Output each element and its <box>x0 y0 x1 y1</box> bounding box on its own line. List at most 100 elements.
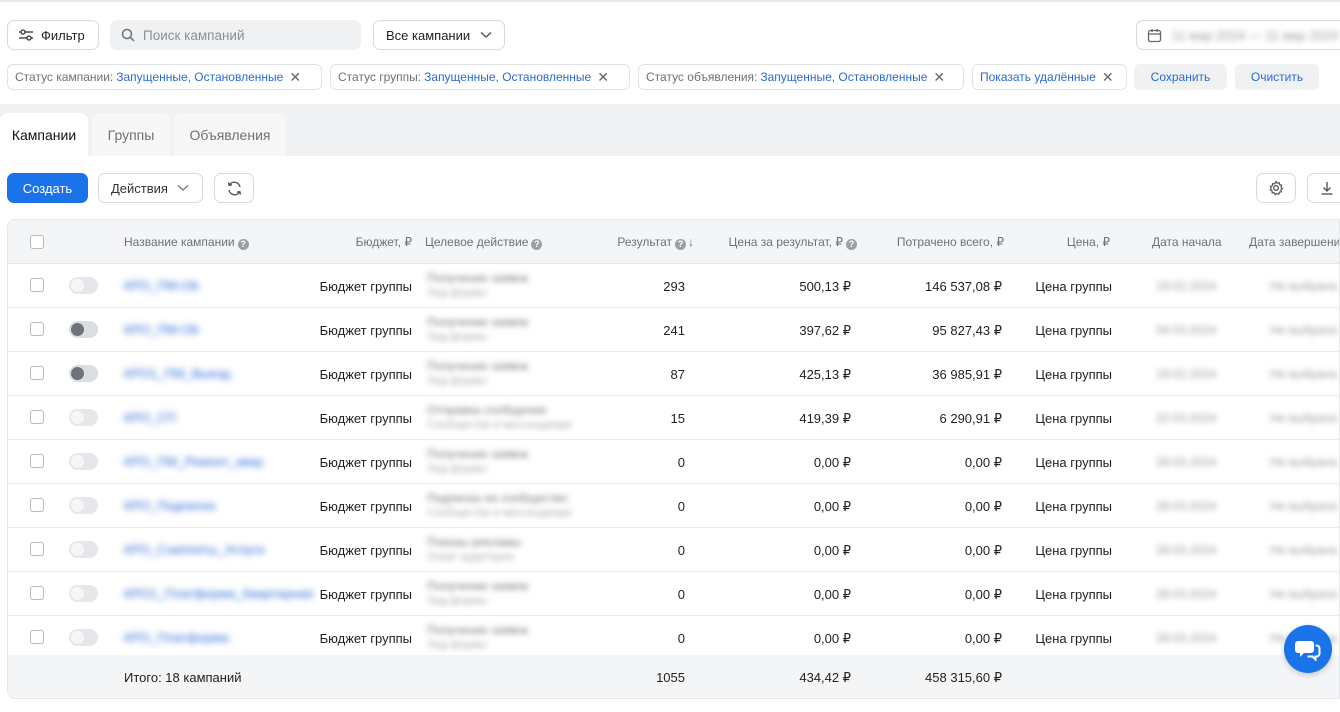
campaign-name-link[interactable]: КРО1_Платформа_Квартирная <box>124 586 313 601</box>
end-date-cell: Не выбрана <box>1270 587 1338 601</box>
save-filter-button[interactable]: Сохранить <box>1134 64 1227 90</box>
status-toggle[interactable] <box>69 365 98 382</box>
chip-show-deleted[interactable]: Показать удалённые ✕ <box>972 64 1127 90</box>
create-button[interactable]: Создать <box>7 173 88 203</box>
result-cell: 241 <box>663 323 685 338</box>
close-icon[interactable]: ✕ <box>1102 70 1114 84</box>
row-checkbox[interactable] <box>30 278 44 292</box>
chip-label: Статус кампании: <box>15 70 114 84</box>
end-date-cell: Не выбрана <box>1270 323 1338 337</box>
header-price[interactable]: Цена, ₽ <box>1067 235 1110 249</box>
campaign-name-link[interactable]: КРО_СП <box>124 410 176 425</box>
result-cell: 0 <box>677 543 685 558</box>
tab-groups[interactable]: Группы <box>92 113 170 156</box>
chip-value: Запущенные, Остановленные <box>116 70 284 84</box>
cost-per-result-cell: 419,39 ₽ <box>799 411 851 426</box>
row-checkbox[interactable] <box>30 498 44 512</box>
table-row[interactable]: КРО_ПМ-Ob Бюджет группы Получение заявок Ли… <box>8 264 1339 308</box>
chat-button[interactable] <box>1284 625 1332 673</box>
chat-bubbles-icon <box>1295 641 1321 661</box>
help-icon[interactable]: ? <box>531 239 543 250</box>
end-date-cell: Не выбрана <box>1270 499 1338 513</box>
budget-cell: Бюджет группы <box>319 367 412 382</box>
clear-filter-button[interactable]: Очистить <box>1235 64 1319 90</box>
filter-button[interactable]: Фильтр <box>7 20 99 50</box>
table-row[interactable]: КРО_ПМ_Ремонт_квар Бюджет группы Получение… <box>8 440 1339 484</box>
status-toggle[interactable] <box>69 277 98 294</box>
table-row[interactable]: КРО_ПМ-Ob Бюджет группы Получение заявок Ли… <box>8 308 1339 352</box>
campaign-filter-select[interactable]: Все кампании <box>373 20 505 50</box>
row-checkbox[interactable] <box>30 366 44 380</box>
settings-button[interactable] <box>1256 173 1296 203</box>
close-icon[interactable]: ✕ <box>597 70 609 84</box>
status-toggle[interactable] <box>69 453 98 470</box>
row-checkbox[interactable] <box>30 454 44 468</box>
campaign-name-link[interactable]: КРО_ПМ-Ob <box>124 278 199 293</box>
table-row[interactable]: КРО_Подписка Бюджет группы Подписка на соо… <box>8 484 1339 528</box>
campaign-name-link[interactable]: КРО_Сниппеты_Услуги <box>124 542 265 557</box>
actions-label: Действия <box>111 180 168 196</box>
footer-spent: 458 315,60 ₽ <box>925 670 1002 685</box>
row-checkbox[interactable] <box>30 542 44 556</box>
row-checkbox[interactable] <box>30 322 44 336</box>
start-date-cell: 28.03.2024 <box>1156 631 1217 645</box>
header-budget[interactable]: Бюджет, ₽ <box>356 235 412 249</box>
tab-campaigns[interactable]: Кампании <box>0 113 88 156</box>
campaign-name-link[interactable]: КРО_Платформа <box>124 630 228 645</box>
cost-per-result-cell: 500,13 ₽ <box>799 279 851 294</box>
table-row[interactable]: КРО_Сниппеты_Услуги Бюджет группы Показы р… <box>8 528 1339 572</box>
table-row[interactable]: КРО_Платформа Бюджет группы Получение заяв… <box>8 616 1339 660</box>
chevron-down-icon <box>177 185 189 191</box>
campaign-name-link[interactable]: КРО1_ПМ_Выезд <box>124 366 230 381</box>
campaign-name-link[interactable]: КРО_ПМ_Ремонт_квар <box>124 454 263 469</box>
campaign-name-link[interactable]: КРО_Подписка <box>124 498 215 513</box>
table-row[interactable]: КРО1_ПМ_Выезд Бюджет группы Получение заяв… <box>8 352 1339 396</box>
cost-per-result-cell: 0,00 ₽ <box>813 499 851 514</box>
refresh-button[interactable] <box>214 173 254 203</box>
row-checkbox[interactable] <box>30 586 44 600</box>
status-toggle[interactable] <box>69 497 98 514</box>
header-end-date[interactable]: Дата завершения <box>1249 235 1339 249</box>
spent-cell: 6 290,91 ₽ <box>939 411 1003 426</box>
price-cell: Цена группы <box>1035 279 1112 294</box>
start-date-cell: 28.03.2024 <box>1156 499 1217 513</box>
select-all-checkbox[interactable] <box>30 235 44 249</box>
table-row[interactable]: КРО1_Платформа_Квартирная Бюджет группы По… <box>8 572 1339 616</box>
result-cell: 15 <box>670 411 685 426</box>
header-spent[interactable]: Потрачено всего, ₽ <box>897 235 1004 249</box>
chip-campaign-status[interactable]: Статус кампании: Запущенные, Остановленн… <box>7 64 322 90</box>
status-toggle[interactable] <box>69 321 98 338</box>
status-toggle[interactable] <box>69 541 98 558</box>
header-goal[interactable]: Целевое действие? <box>425 235 543 250</box>
search-input[interactable] <box>143 27 343 43</box>
header-name[interactable]: Название кампании? <box>124 235 249 250</box>
help-icon[interactable]: ? <box>675 239 686 250</box>
close-icon[interactable]: ✕ <box>289 70 301 84</box>
row-checkbox[interactable] <box>30 630 44 644</box>
table-row[interactable]: КРО_СП Бюджет группы Отправка сообщения Соо… <box>8 396 1339 440</box>
goal-title: Получение заявок <box>427 447 529 461</box>
header-start-date[interactable]: Дата начала <box>1152 235 1222 249</box>
goal-title: Получение заявок <box>427 271 529 285</box>
campaign-name-link[interactable]: КРО_ПМ-Ob <box>124 322 199 337</box>
actions-dropdown[interactable]: Действия <box>98 173 203 203</box>
chip-group-status[interactable]: Статус группы: Запущенные, Остановленные… <box>330 64 630 90</box>
status-toggle[interactable] <box>69 629 98 646</box>
header-cost-per-result[interactable]: Цена за результат, ₽? <box>729 235 857 250</box>
close-icon[interactable]: ✕ <box>933 70 945 84</box>
status-toggle[interactable] <box>69 585 98 602</box>
tab-ads[interactable]: Объявления <box>174 113 286 156</box>
header-result[interactable]: Результат? ↓ <box>617 235 694 250</box>
goal-cell: Подписка на сообщество Сообщество в мессе… <box>427 491 572 519</box>
status-toggle[interactable] <box>69 409 98 426</box>
sort-down-icon[interactable]: ↓ <box>688 235 694 249</box>
download-button[interactable] <box>1307 173 1340 203</box>
chip-ad-status[interactable]: Статус объявления: Запущенные, Остановле… <box>638 64 964 90</box>
date-range-picker[interactable]: 11 мар 2024 — 11 мар 2024 <box>1136 20 1340 50</box>
price-cell: Цена группы <box>1035 455 1112 470</box>
goal-cell: Получение заявок Лид-формы <box>427 271 528 299</box>
help-icon[interactable]: ? <box>237 239 249 250</box>
campaign-filter-value: Все кампании <box>386 27 471 43</box>
row-checkbox[interactable] <box>30 410 44 424</box>
help-icon[interactable]: ? <box>846 239 857 250</box>
